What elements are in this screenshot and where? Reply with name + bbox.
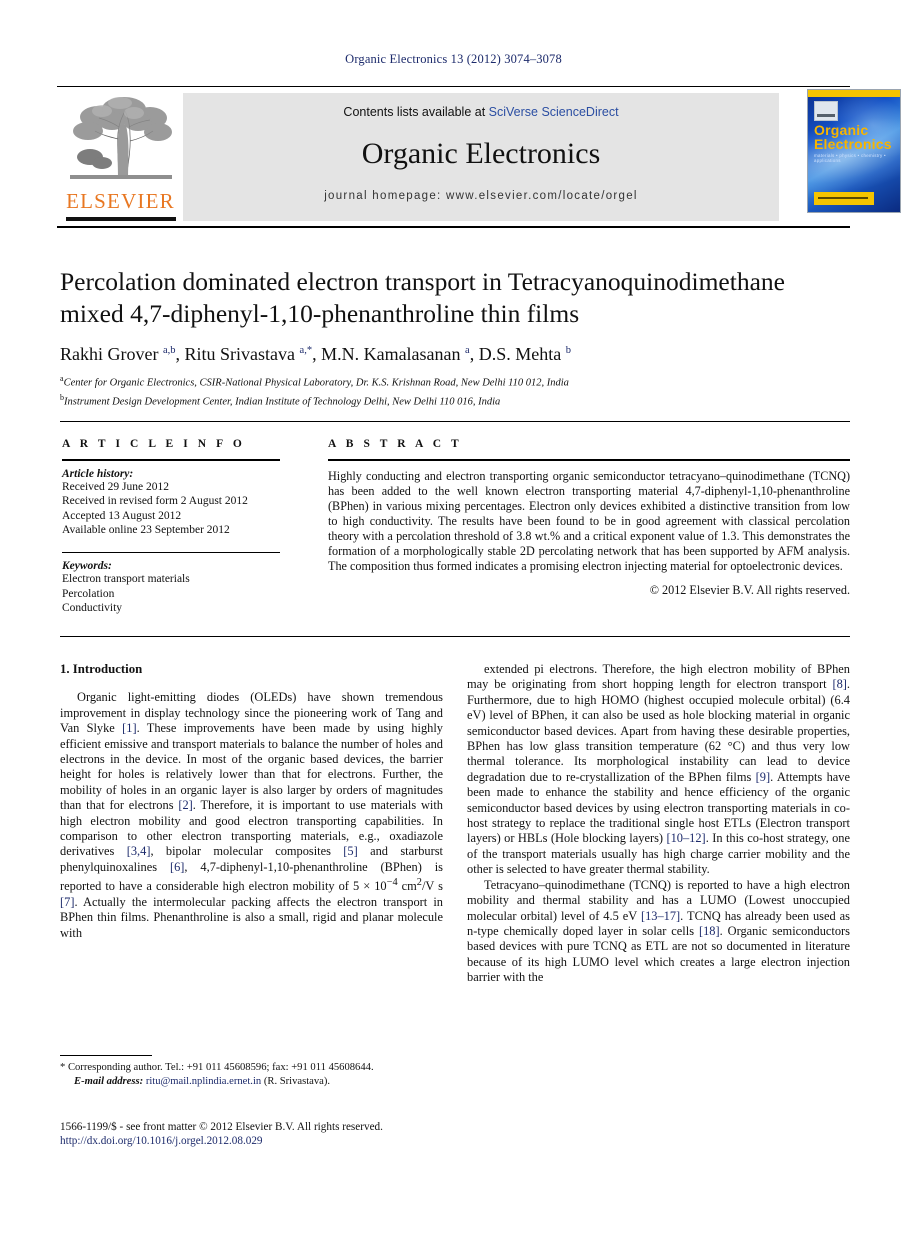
affiliation-b-text: Instrument Design Development Center, In… [64,396,501,407]
corresponding-author-footnote: * Corresponding author. Tel.: +91 011 45… [60,1055,443,1088]
issn-copyright-block: 1566-1199/$ - see front matter © 2012 El… [60,1120,560,1148]
abstract-heading: A B S T R A C T [328,438,463,450]
article-info-column: A R T I C L E I N F O Article history: R… [62,438,280,616]
masthead-bottom-rule [57,226,850,228]
affiliation-a-text: Center for Organic Electronics, CSIR-Nat… [63,377,569,389]
article-info-rule-1 [62,459,280,461]
keyword-item: Percolation [62,587,115,600]
author-list: Rakhi Grover a,b, Ritu Srivastava a,*, M… [60,344,571,364]
abstract-text: Highly conducting and electron transport… [328,468,850,574]
info-block-top-rule [60,421,850,422]
abstract-column: A B S T R A C T Highly conducting and el… [328,438,850,598]
article-history-item: Received in revised form 2 August 2012 [62,495,248,508]
journal-cover-thumbnail[interactable]: Organic Electronics materials • physics … [797,87,903,221]
article-history-item: Available online 23 September 2012 [62,524,230,537]
article-history-item: Received 29 June 2012 [62,480,169,493]
article-info-rule-2 [62,551,280,554]
paragraph: Organic light-emitting diodes (OLEDs) ha… [60,690,443,940]
article-title: Percolation dominated electron transport… [60,267,785,328]
affiliations: aCenter for Organic Electronics, CSIR-Na… [60,372,850,409]
elsevier-logo: ELSEVIER [62,93,179,221]
abstract-rule [328,459,850,461]
elsevier-underbar [66,217,176,221]
contents-available-line: Contents lists available at SciVerse Sci… [183,105,779,119]
body-column-left: 1. Introduction Organic light-emitting d… [60,662,443,941]
affiliation-a: aCenter for Organic Electronics, CSIR-Na… [60,374,569,389]
running-head: Organic Electronics 13 (2012) 3074–3078 [345,52,562,66]
cover-elsevier-mark-icon [814,101,838,121]
journal-title: Organic Electronics [361,137,601,170]
email-owner: (R. Srivastava). [263,1075,331,1087]
cover-bottom-band [814,192,874,205]
section-heading-introduction: 1. Introduction [60,662,143,676]
article-info-heading: A R T I C L E I N F O [62,438,246,450]
issn-line: 1566-1199/$ - see front matter © 2012 El… [60,1121,383,1133]
elsevier-wordmark: ELSEVIER [66,189,175,213]
article-history-item: Accepted 13 August 2012 [62,509,182,522]
masthead-top-rule [57,86,850,87]
contents-prefix: Contents lists available at [343,105,489,119]
info-block-bottom-rule [60,636,850,637]
email-link[interactable]: ritu@mail.nplindia.ernet.in [146,1076,261,1087]
journal-homepage-link[interactable]: journal homepage: www.elsevier.com/locat… [183,190,779,202]
keyword-item: Conductivity [62,602,123,615]
doi-link[interactable]: http://dx.doi.org/10.1016/j.orgel.2012.0… [60,1134,560,1148]
journal-masthead: ELSEVIER Contents lists available at Sci… [57,86,901,228]
cover-top-band [808,90,900,97]
paragraph: Tetracyano–quinodimethane (TCNQ) is repo… [467,877,851,985]
affiliation-b: bInstrument Design Development Center, I… [60,392,501,408]
sciencedirect-link[interactable]: SciVerse ScienceDirect [489,105,619,119]
footnote-rule [60,1055,152,1057]
email-line: E-mail address: ritu@mail.nplindia.ernet… [60,1075,443,1088]
contents-panel: Contents lists available at SciVerse Sci… [183,93,779,221]
paragraph: extended pi electrons. Therefore, the hi… [467,662,850,877]
elsevier-tree-icon [68,95,174,181]
keyword-item: Electron transport materials [62,573,190,586]
abstract-copyright: © 2012 Elsevier B.V. All rights reserved… [649,583,850,598]
cover-subtitle: materials • physics • chemistry • applic… [814,153,886,163]
corresponding-author-line: * Corresponding author. Tel.: +91 011 45… [60,1062,374,1074]
keywords-label: Keywords: [62,560,112,573]
paper-page: Organic Electronics 13 (2012) 3074–3078 [0,0,907,1238]
cover-title-line2: Electronics [814,136,892,152]
article-history-label: Article history: [62,467,134,480]
email-label: E-mail address: [74,1075,144,1087]
body-column-right: extended pi electrons. Therefore, the hi… [467,662,850,986]
cover-artwork: Organic Electronics materials • physics … [807,89,901,213]
